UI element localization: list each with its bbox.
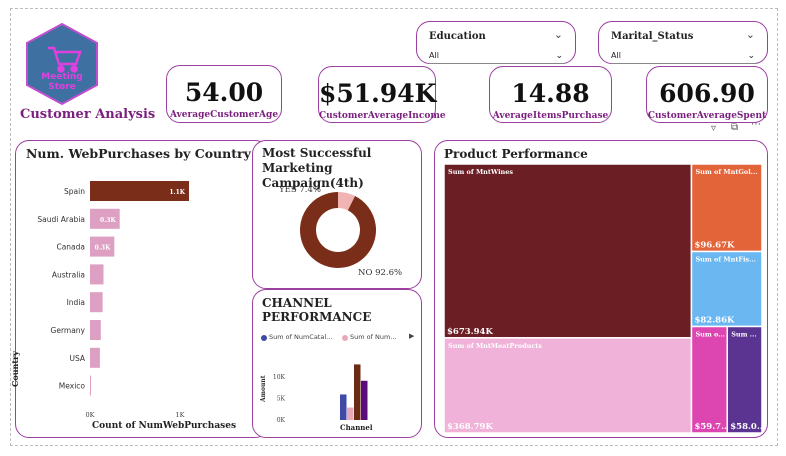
y-tick-label: Saudi Arabia [37, 215, 85, 224]
bar [347, 407, 354, 420]
donut-slice [337, 192, 356, 211]
web-purchases-card: Num. WebPurchases by Country Spain 1.1K Sa… [10, 140, 269, 438]
tile-value: $58.0... [730, 422, 766, 432]
chevron-down-icon: ⌄ [747, 51, 755, 61]
donut-slice [300, 192, 376, 268]
y-tick-label: Canada [56, 243, 85, 252]
country-bar-chart: Spain 1.1K Saudi Arabia 0.3K Canada 0.3K Austr… [37, 181, 189, 419]
education-dropdown[interactable]: All ⌄ [429, 48, 565, 64]
kpi-card-items: 14.88 AverageItemsPurchase [489, 66, 612, 123]
campaign-card: Most Successful Marketing Campaign(4th) … [252, 140, 422, 289]
dropdown-value: All [611, 51, 621, 60]
product-treemap: Sum of MntWines $673.94K Sum of MntMeatPro… [443, 163, 766, 434]
bar [90, 347, 100, 368]
product-performance-card: Product Performance Sum of MntWines $673.… [434, 140, 768, 438]
campaign-donut-chart: YES 7.4% NO 92.6% [278, 185, 402, 278]
y-tick-label: Germany [51, 326, 86, 335]
filter-icon[interactable]: ▿ [711, 123, 716, 134]
slicer-title: Education [429, 31, 486, 42]
treemap-tile [726, 325, 763, 434]
marital-status-slicer[interactable]: Marital_Status ⌄ All ⌄ [598, 21, 768, 64]
y-tick-label: USA [69, 354, 85, 363]
more-options-icon[interactable]: ⋯ [751, 119, 761, 130]
kpi-value: 54.00 [184, 78, 264, 107]
y-tick-label: 0K [277, 417, 286, 424]
tile-value: $59.7... [694, 422, 730, 432]
kpi-label: CustomerAverageSpent [647, 111, 767, 121]
y-tick-label: Spain [64, 187, 85, 196]
data-label: 0.3K [95, 245, 111, 252]
kpi-card-income: $51.94K CustomerAverageIncome [318, 66, 446, 123]
bar [361, 380, 368, 420]
kpi-label: AverageCustomerAge [169, 110, 279, 120]
chevron-down-icon[interactable]: ⌄ [746, 28, 755, 41]
focus-mode-icon[interactable]: ⧉ [731, 122, 738, 133]
chevron-down-icon[interactable]: ⌄ [554, 28, 563, 41]
kpi-value: $51.94K [319, 79, 437, 108]
treemap-tile [443, 337, 693, 434]
y-axis-title: Country [10, 351, 20, 387]
x-tick-label: 1K [176, 411, 185, 419]
page-title: Customer Analysis [20, 107, 156, 122]
treemap-tile [690, 325, 728, 434]
tile-name: Sum ... [731, 330, 756, 338]
tile-value: $82.86K [694, 315, 735, 325]
store-logo: Meeting Store [24, 22, 100, 106]
data-label: 1.1K [169, 189, 185, 196]
kpi-value: 606.90 [659, 79, 755, 108]
x-axis-title: Count of NumWebPurchases [92, 421, 237, 431]
tile-name: Sum o... [695, 330, 725, 338]
y-tick-label: 10K [273, 374, 286, 381]
bar [90, 292, 103, 313]
data-label: 0.3K [100, 217, 116, 224]
slice-label: NO 92.6% [358, 268, 402, 278]
logo-text: Meeting Store [41, 72, 83, 92]
channel-card: CHANNEL PERFORMANCE Sum of NumCatal... S… [252, 289, 422, 438]
slice-label: YES 7.4% [278, 185, 321, 195]
education-slicer[interactable]: Education ⌄ All ⌄ [416, 21, 576, 64]
y-axis-title: Amount [260, 375, 267, 402]
treemap-tile [690, 163, 763, 253]
bar [354, 364, 361, 420]
kpi-label: AverageItemsPurchase [492, 111, 609, 121]
tile-name: Sum of MntFis... [695, 255, 755, 263]
tile-name: Sum of MntWines [448, 168, 513, 176]
kpi-card-spent: 606.90 CustomerAverageSpent [646, 66, 768, 123]
kpi-value: 14.88 [511, 79, 590, 108]
bar [90, 264, 104, 285]
tile-name: Sum of MntGol... [695, 168, 757, 176]
y-tick-label: 5K [277, 396, 286, 403]
kpi-label: CustomerAverageIncome [319, 111, 446, 121]
chevron-down-icon: ⌄ [555, 51, 563, 61]
bar [90, 320, 101, 340]
y-tick-label: India [67, 298, 85, 307]
bar [90, 375, 91, 396]
tile-name: Sum of MntMeatProducts [448, 342, 542, 350]
y-tick-label: Australia [52, 270, 85, 279]
visual-header: ▿ ⧉ ⋯ [711, 119, 771, 137]
kpi-card-age: 54.00 AverageCustomerAge [166, 65, 282, 123]
slicer-title: Marital_Status [611, 31, 694, 42]
tile-value: $368.79K [447, 422, 493, 432]
bar [340, 394, 347, 420]
y-tick-label: Mexico [59, 382, 86, 391]
tile-value: $673.94K [447, 327, 493, 337]
channel-bar-chart: 0K 5K 10K [273, 364, 368, 424]
dropdown-value: All [429, 51, 439, 60]
tile-value: $96.67K [694, 240, 735, 250]
treemap-tile [443, 163, 693, 339]
x-axis-title: Channel [340, 423, 373, 432]
marital-status-dropdown[interactable]: All ⌄ [611, 48, 757, 64]
x-tick-label: 0K [86, 411, 95, 419]
